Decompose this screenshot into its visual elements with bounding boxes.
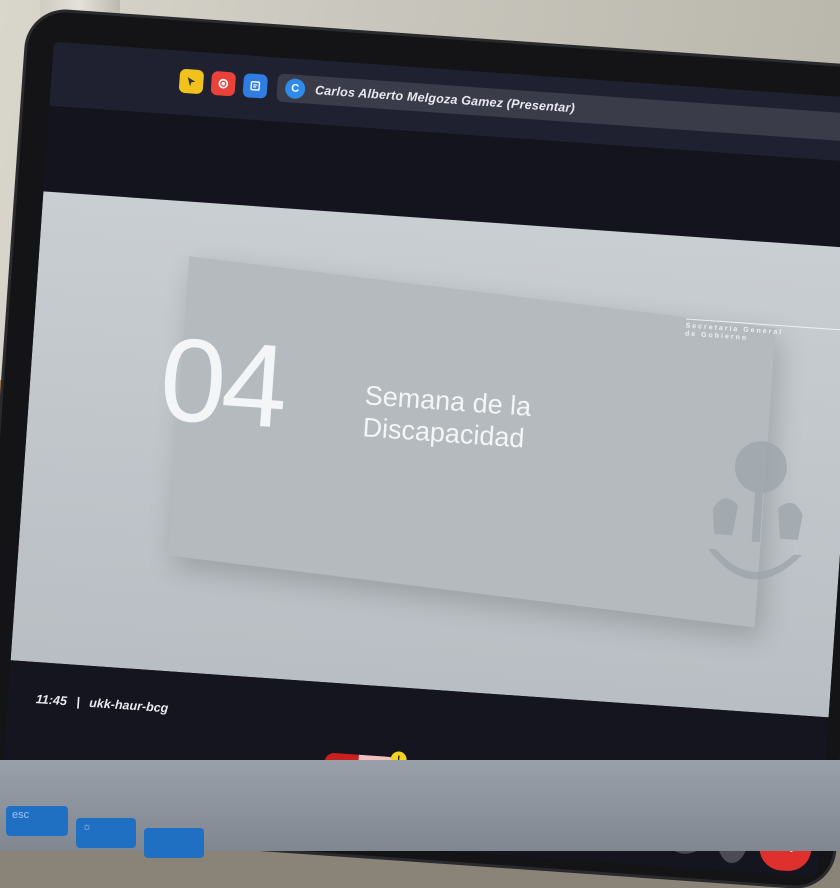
f1-key[interactable]: ☼ bbox=[76, 818, 136, 848]
notes-icon[interactable] bbox=[242, 73, 269, 99]
pointer-tool-icon[interactable] bbox=[178, 68, 205, 95]
laptop-bezel: C Carlos Alberto Melgoza Gamez (Presenta… bbox=[0, 10, 840, 888]
presenter-banner: C Carlos Alberto Melgoza Gamez (Presenta… bbox=[276, 73, 840, 144]
meeting-time: 11:45 bbox=[35, 692, 68, 709]
presenter-name: Carlos Alberto Melgoza Gamez (Presentar) bbox=[314, 83, 576, 116]
laptop-screen: C Carlos Alberto Melgoza Gamez (Presenta… bbox=[0, 41, 840, 878]
laptop-keyboard: esc ☼ bbox=[0, 760, 840, 858]
f2-key[interactable] bbox=[144, 828, 204, 858]
presenter-avatar: C bbox=[284, 78, 306, 100]
slide-title: Semana de la Discapacidad bbox=[362, 379, 533, 454]
slide-number: 04 bbox=[155, 313, 289, 454]
record-icon[interactable] bbox=[210, 70, 237, 97]
meeting-separator: | bbox=[75, 694, 81, 710]
coat-of-arms-watermark bbox=[708, 441, 803, 580]
esc-key[interactable]: esc bbox=[6, 806, 68, 836]
presentation-view: 04 Semana de la Discapacidad Secretaría … bbox=[10, 191, 840, 718]
meet-top-bar: C Carlos Alberto Melgoza Gamez (Presenta… bbox=[49, 41, 840, 163]
